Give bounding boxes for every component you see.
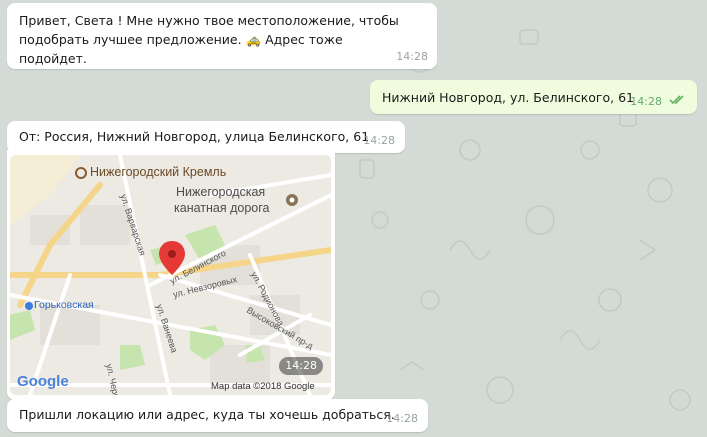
location-message[interactable]: От: Россия, Нижний Новгород, улица Белин… xyxy=(7,121,405,153)
message-incoming[interactable]: Пришли локацию или адрес, куда ты хочешь… xyxy=(7,399,428,432)
map-attribution: Map data ©2018 Google xyxy=(211,381,315,392)
location-from-text: От: Россия, Нижний Новгород, улица Белин… xyxy=(19,129,370,144)
message-outgoing[interactable]: Нижний Новгород, ул. Белинского, 61 14:2… xyxy=(370,80,697,114)
message-time: 14:28 xyxy=(396,50,428,63)
google-logo: Google xyxy=(17,373,69,390)
message-time: 14:28 xyxy=(630,95,662,108)
map-label-kremlin: Нижегородский Кремль xyxy=(90,165,227,179)
map-label-cableway: Нижегородская xyxy=(176,185,266,199)
message-time: 14:28 xyxy=(386,412,418,425)
map-label-metro: Горьковская xyxy=(34,299,94,311)
read-checkmarks-icon xyxy=(669,95,684,105)
message-text: Привет, Света ! Мне нужно твое местополо… xyxy=(19,13,403,66)
location-map[interactable]: Нижегородский Кремль Нижегородская канат… xyxy=(10,155,331,395)
message-text: Пришли локацию или адрес, куда ты хочешь… xyxy=(19,407,395,422)
message-time: 14:28 xyxy=(363,134,395,147)
message-time: 14:28 xyxy=(279,357,323,375)
map-label-cableway: канатная дорога xyxy=(174,201,270,215)
message-incoming[interactable]: Привет, Света ! Мне нужно твое местополо… xyxy=(7,3,437,69)
